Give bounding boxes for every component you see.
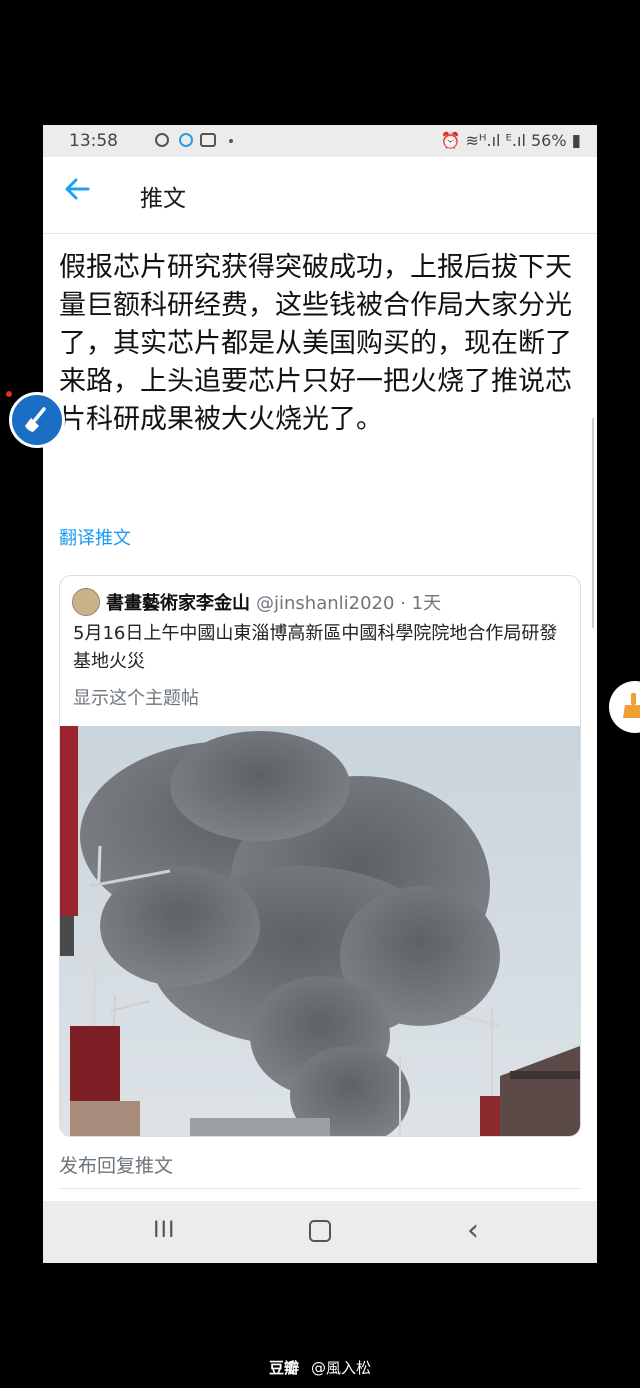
signal-icon: ⏰ ≋ᴴ.ıl ᴱ.ıl 56%	[440, 131, 567, 150]
system-nav-bar: III ‹	[43, 1201, 597, 1263]
watermark-user: @風入松	[311, 1359, 372, 1377]
tweet-text: 假报芯片研究获得突破成功，上报后拔下天量巨额科研经费，这些钱被合作局大家分光了，…	[59, 252, 572, 435]
notification-dot	[6, 391, 12, 397]
quoted-tweet-header: 書畫藝術家李金山 @jinshanli2020 · 1天	[72, 588, 572, 616]
quoted-tweet-text: 5月16日上午中國山東淄博高新區中國科學院院地合作局研發基地火災	[73, 623, 558, 672]
home-button[interactable]	[309, 1220, 331, 1242]
watermark: 豆瓣 @風入松	[0, 1357, 640, 1378]
phone-screen: 13:58 ⏰ ≋ᴴ.ıl ᴱ.ıl 56% ▮ 推文 假报芯片研究获得突破成功…	[43, 125, 597, 1263]
recent-apps-button[interactable]: III	[153, 1218, 175, 1243]
quoted-author-name: 書畫藝術家李金山	[106, 593, 250, 614]
header-bar: 推文	[43, 157, 597, 234]
floating-assistant-button[interactable]	[609, 681, 640, 733]
back-arrow-icon[interactable]	[63, 175, 91, 210]
battery-icon: ▮	[571, 131, 581, 151]
status-time: 13:58	[69, 131, 118, 151]
divider	[59, 1188, 581, 1189]
nav-back-button[interactable]: ‹	[467, 1213, 479, 1248]
fire-smoke-photo[interactable]	[60, 726, 580, 1136]
show-thread-link[interactable]: 显示这个主题帖	[73, 684, 199, 710]
page-title: 推文	[140, 186, 186, 212]
reply-input[interactable]: 发布回复推文	[59, 1151, 173, 1178]
broom-icon	[623, 693, 640, 718]
quoted-author-handle: @jinshanli2020 · 1天	[256, 593, 442, 614]
notification-icons	[153, 130, 243, 154]
scrollbar[interactable]	[592, 418, 594, 628]
avatar	[72, 588, 100, 616]
floating-cleaner-button[interactable]	[9, 392, 65, 448]
watermark-site: 豆瓣	[268, 1359, 299, 1377]
right-status-icons: ⏰ ≋ᴴ.ıl ᴱ.ıl 56% ▮	[441, 131, 582, 151]
translate-tweet-link[interactable]: 翻译推文	[59, 524, 131, 550]
broom-icon	[25, 407, 46, 432]
status-bar: 13:58 ⏰ ≋ᴴ.ıl ᴱ.ıl 56% ▮	[43, 125, 597, 157]
quoted-tweet-card[interactable]: 書畫藝術家李金山 @jinshanli2020 · 1天 5月16日上午中國山東淄…	[59, 575, 581, 1137]
